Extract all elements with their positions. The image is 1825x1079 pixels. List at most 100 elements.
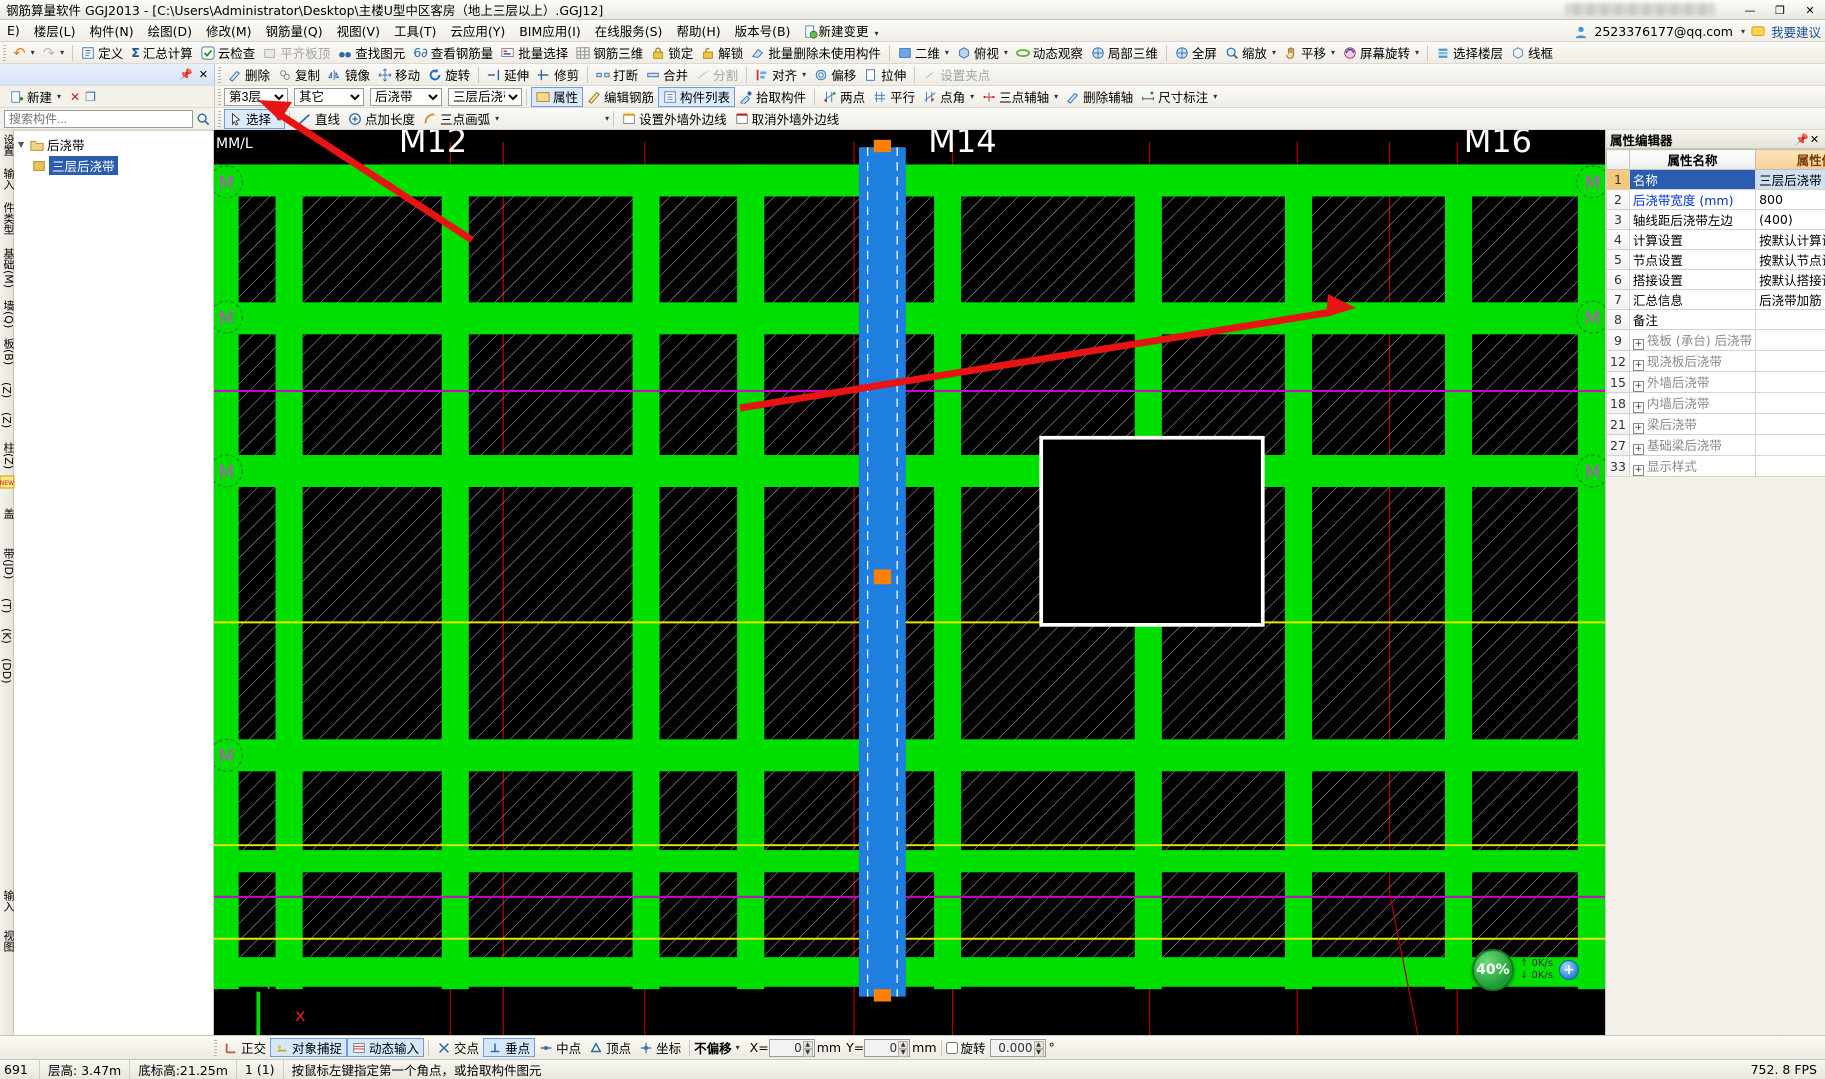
account-chevron-icon[interactable]: ▾: [1741, 27, 1745, 36]
three-point-axis-button[interactable]: 三点辅轴 ▾: [978, 87, 1062, 107]
property-pin-icon[interactable]: 📌: [1795, 133, 1809, 146]
point-length-button[interactable]: 点加长度: [344, 109, 419, 129]
minimize-button[interactable]: —: [1735, 0, 1765, 20]
strip-label-3[interactable]: 基础(M): [0, 248, 16, 288]
vertex-snap-toggle[interactable]: 顶点: [585, 1038, 635, 1057]
menu-item-cloud[interactable]: 云应用(Y): [443, 19, 512, 42]
copy-button[interactable]: 复制: [274, 65, 324, 85]
expand-icon-21[interactable]: +: [1632, 423, 1644, 434]
property-row-27[interactable]: 27 + 基础梁后浇带: [1606, 434, 1825, 456]
top-view-button[interactable]: 俯视 ▾: [953, 43, 1012, 63]
trim-button[interactable]: 修剪: [533, 65, 583, 85]
strip-label-10[interactable]: 带(JD): [0, 548, 16, 579]
tree-expand-icon[interactable]: ▼: [18, 140, 27, 149]
delete-axis-button[interactable]: 删除辅轴: [1062, 87, 1137, 107]
menu-item-modify[interactable]: 修改(M): [199, 19, 259, 42]
property-value-5[interactable]: 按默认节点设置计算: [1755, 249, 1825, 270]
menu-item-bim[interactable]: BIM应用(I): [512, 19, 588, 42]
property-row-4[interactable]: 4 计算设置 按默认计算设置计算: [1606, 229, 1825, 250]
pan-chevron-icon[interactable]: ▾: [1331, 48, 1335, 57]
expand-icon-12[interactable]: +: [1632, 360, 1644, 371]
strip-label-1[interactable]: 输入: [0, 168, 16, 190]
account-email[interactable]: 2523376177@qq.com: [1594, 24, 1733, 39]
property-value-8[interactable]: [1755, 309, 1825, 330]
stretch-button[interactable]: 拉伸: [860, 65, 910, 85]
view-rebar-qty-button[interactable]: 6∂ 查看钢筋量: [409, 43, 497, 63]
unlock-button[interactable]: 解锁: [697, 43, 747, 63]
three-point-chevron-icon[interactable]: ▾: [1054, 92, 1058, 101]
dynamic-observe-button[interactable]: 动态观察: [1012, 43, 1087, 63]
x-coord-input[interactable]: 0 ▲ ▼: [768, 1038, 815, 1057]
three-point-arc-button[interactable]: 三点画弧 ▾: [419, 109, 503, 129]
property-row-7[interactable]: 7 汇总信息 后浇带加筋: [1606, 289, 1825, 310]
ortho-toggle[interactable]: 正交: [220, 1038, 270, 1057]
property-value-15[interactable]: [1755, 371, 1825, 393]
summary-calc-button[interactable]: Σ 汇总计算: [127, 43, 197, 63]
menu-item-rebar[interactable]: 钢筋量(Q): [259, 19, 330, 42]
menu-item-draw[interactable]: 绘图(D): [141, 19, 199, 42]
batch-delete-unused-button[interactable]: 批量删除未使用构件: [747, 43, 885, 63]
property-value-2[interactable]: 800: [1755, 189, 1825, 210]
expand-icon-18[interactable]: +: [1632, 402, 1644, 413]
property-value-27[interactable]: [1755, 434, 1825, 456]
zoom-in-button[interactable]: +: [1559, 960, 1579, 980]
menu-item-floor[interactable]: 楼层(L): [27, 19, 83, 42]
toolbar-grip[interactable]: [3, 44, 6, 61]
edit-rebar-button[interactable]: 编辑钢筋: [583, 87, 658, 107]
new-change-button[interactable]: 新建变更 ▾: [797, 19, 885, 42]
y-coord-input[interactable]: 0 ▲ ▼: [864, 1038, 911, 1057]
strip-label-14[interactable]: 输入: [0, 890, 16, 912]
screen-rotate-chevron-icon[interactable]: ▾: [1415, 48, 1419, 57]
select-floor-button[interactable]: 选择楼层: [1432, 43, 1507, 63]
coordinate-snap-toggle[interactable]: 坐标: [635, 1038, 685, 1057]
break-button[interactable]: 打断: [592, 65, 642, 85]
expand-icon-27[interactable]: +: [1632, 444, 1644, 455]
menu-item-0[interactable]: E): [0, 21, 27, 40]
strip-label-5[interactable]: 板(B): [0, 338, 16, 365]
view-2d-chevron-icon[interactable]: ▾: [945, 48, 949, 57]
fullscreen-button[interactable]: 全屏: [1171, 43, 1221, 63]
drawing-canvas[interactable]: M12 M14 M16 M12 M14 M M M: [214, 130, 1605, 1035]
property-value-21[interactable]: [1755, 413, 1825, 435]
strip-label-6[interactable]: (Z): [0, 382, 13, 398]
dimension-button[interactable]: 尺寸标注 ▾: [1137, 87, 1221, 107]
cancel-exterior-wall-line-button[interactable]: 取消外墙外边线: [731, 109, 844, 129]
top-view-chevron-icon[interactable]: ▾: [1004, 48, 1008, 57]
intersection-snap-toggle[interactable]: 交点: [433, 1038, 483, 1057]
strip-label-11[interactable]: (T): [0, 598, 13, 613]
parallel-axis-button[interactable]: 平行: [869, 87, 919, 107]
lock-button[interactable]: 锁定: [647, 43, 697, 63]
local-3d-button[interactable]: 局部三维: [1087, 43, 1162, 63]
strip-label-15[interactable]: 视图: [0, 930, 16, 952]
rotate-checkbox[interactable]: [945, 1041, 958, 1054]
pick-component-button[interactable]: 拾取构件: [735, 87, 810, 107]
tree-node-selected[interactable]: 三层后浇带: [16, 155, 211, 176]
x-spinner[interactable]: ▲ ▼: [802, 1040, 813, 1057]
zoom-button[interactable]: 缩放 ▾: [1221, 43, 1280, 63]
line-tool-button[interactable]: 直线: [294, 109, 344, 129]
new-component-button[interactable]: 新建 ▾: [6, 87, 65, 107]
property-row-33[interactable]: 33 + 显示样式: [1606, 455, 1825, 477]
draw-toolbar-grip[interactable]: [218, 110, 221, 127]
two-point-axis-button[interactable]: 两点: [819, 87, 869, 107]
maximize-button[interactable]: ❐: [1765, 0, 1795, 20]
property-row-8[interactable]: 8 备注: [1606, 309, 1825, 330]
property-close-icon[interactable]: ✕: [1808, 133, 1821, 146]
property-value-7[interactable]: 后浇带加筋: [1755, 289, 1825, 310]
strip-label-12[interactable]: (K): [0, 628, 13, 644]
strip-label-2[interactable]: 件类型: [0, 202, 16, 235]
suggestion-link[interactable]: 我要建议: [1771, 22, 1821, 41]
tree-node-root[interactable]: ▼ 后浇带: [16, 134, 211, 155]
property-row-21[interactable]: 21 + 梁后浇带: [1606, 413, 1825, 435]
select-tool-chevron-icon[interactable]: ▾: [276, 114, 280, 123]
screen-rotate-button[interactable]: 屏幕旋转 ▾: [1339, 43, 1423, 63]
redo-chevron-icon[interactable]: ▾: [60, 48, 64, 57]
snapbar-grip[interactable]: [214, 1039, 217, 1056]
align-chevron-icon[interactable]: ▾: [802, 70, 806, 79]
set-exterior-wall-line-button[interactable]: 设置外墙外边线: [618, 109, 731, 129]
property-row-5[interactable]: 5 节点设置 按默认节点设置计算: [1606, 249, 1825, 270]
mirror-button[interactable]: 镜像: [324, 65, 374, 85]
strip-label-9[interactable]: 盖: [0, 508, 16, 519]
panel-pin-icon[interactable]: 📌: [179, 68, 193, 81]
property-row-12[interactable]: 12 + 现浇板后浇带: [1606, 350, 1825, 372]
